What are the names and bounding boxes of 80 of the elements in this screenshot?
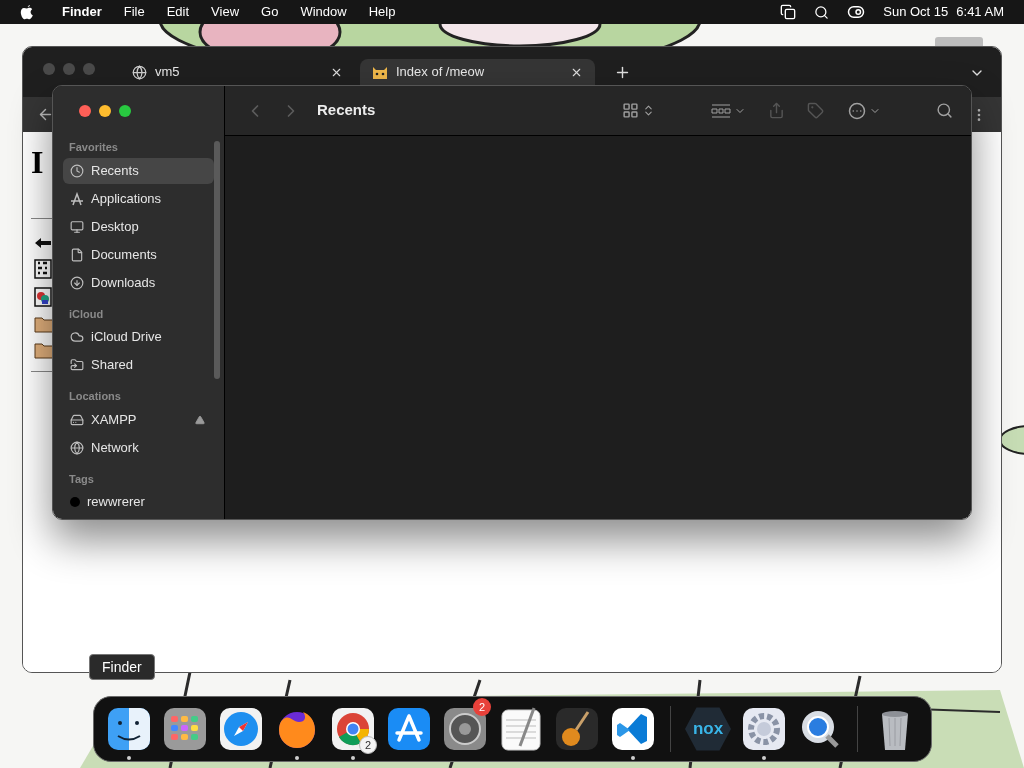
sidebar-item[interactable]: Documents [63, 241, 214, 268]
sidebar-heading: iCloud [68, 306, 105, 322]
page-heading: I [31, 143, 44, 182]
sidebar-label: iCloud Drive [91, 328, 162, 347]
folder-icon [34, 315, 54, 333]
sidebar-label: Downloads [91, 273, 156, 292]
sidebar-label: Desktop [91, 217, 139, 236]
tab-title: Index of /meow [396, 63, 485, 82]
sidebar-heading: Locations [68, 389, 122, 404]
tab-title: vm5 [155, 63, 180, 82]
ring-logo-icon[interactable] [330, 706, 376, 752]
new-tab-icon[interactable] [614, 64, 631, 81]
sidebar-item[interactable]: Recents [63, 157, 214, 184]
face-icon[interactable] [106, 706, 152, 752]
sidebar-heading: Favorites [68, 140, 119, 155]
monitor-icon [70, 219, 84, 234]
sidebar-label: Applications [91, 189, 162, 208]
browser-tab[interactable]: Index of /meow [360, 59, 595, 85]
network-icon [70, 440, 84, 455]
search-icon[interactable] [814, 4, 830, 20]
sidebar-item[interactable]: Desktop [63, 213, 214, 240]
ribbon-icon[interactable] [610, 706, 656, 752]
globe-icon [132, 64, 147, 80]
sidebar-label: rewwrerer [87, 493, 145, 512]
cloud-icon [70, 330, 84, 344]
menu-item[interactable]: Help [368, 2, 396, 22]
sidebar-item[interactable]: XAMPP [63, 406, 214, 433]
group-icon[interactable] [711, 103, 731, 118]
eject-icon[interactable] [195, 414, 205, 425]
image-file-icon [34, 287, 52, 307]
download-icon [70, 275, 84, 290]
menu-item[interactable]: Go [261, 2, 279, 22]
cog-icon[interactable] [741, 706, 787, 752]
badge: 2 [359, 736, 377, 754]
tooltip: Finder [89, 654, 155, 680]
app-grid-icon[interactable] [162, 706, 208, 752]
sidebar-item[interactable]: Downloads [63, 269, 214, 296]
zoom-window-button[interactable] [119, 105, 131, 117]
shared-folder-icon [70, 358, 84, 372]
close-window-button[interactable] [79, 105, 91, 117]
sidebar-item[interactable]: Shared [63, 352, 214, 378]
browser-tab[interactable]: vm5 [120, 59, 355, 85]
clock-icon [70, 163, 84, 178]
minimize-window-button[interactable] [99, 105, 111, 117]
sidebar-label: Documents [91, 245, 157, 264]
cat-face-icon [372, 64, 388, 80]
sidebar-item[interactable]: Network [63, 434, 214, 461]
menu-item[interactable]: View [211, 2, 240, 22]
sidebar-label: Recents [91, 161, 139, 180]
menu-item[interactable]: Edit [166, 2, 190, 22]
more-icon[interactable] [848, 101, 866, 120]
drive-icon [70, 412, 84, 427]
compass-icon[interactable] [218, 706, 264, 752]
document-icon [70, 247, 84, 262]
sidebar-label: Shared [91, 356, 133, 375]
menu-time[interactable]: 6:41 AM [956, 2, 1004, 22]
badge: 2 [473, 698, 491, 716]
window-title: Recents [317, 100, 376, 121]
control-center-icon[interactable] [847, 3, 866, 21]
sidebar-label: XAMPP [91, 410, 137, 429]
menu-item[interactable]: File [123, 2, 145, 22]
sidebar-item[interactable]: Applications [63, 185, 214, 212]
apple-logo-icon[interactable] [20, 4, 34, 20]
sidebar-label: Network [91, 438, 139, 457]
binary-file-icon [34, 259, 52, 279]
sidebar-heading: Tags [68, 471, 95, 487]
folder-icon [34, 341, 54, 359]
sidebar-item[interactable]: rewwrerer [63, 489, 214, 515]
menu-app-name[interactable]: Finder [62, 2, 102, 22]
menu-item[interactable]: Window [300, 2, 347, 22]
sidebar-item[interactable]: iCloud Drive [63, 324, 214, 350]
scrollbar[interactable] [214, 141, 220, 379]
windows-icon[interactable] [780, 4, 797, 20]
notepad-icon[interactable] [498, 706, 544, 752]
back-icon[interactable] [37, 106, 54, 123]
menu-date[interactable]: Sun Oct 15 [883, 2, 949, 22]
updown-icon[interactable] [642, 104, 655, 117]
hexagon-logo[interactable]: nox [685, 706, 731, 752]
search-icon[interactable] [936, 102, 953, 119]
grid-view-icon[interactable] [622, 102, 639, 119]
